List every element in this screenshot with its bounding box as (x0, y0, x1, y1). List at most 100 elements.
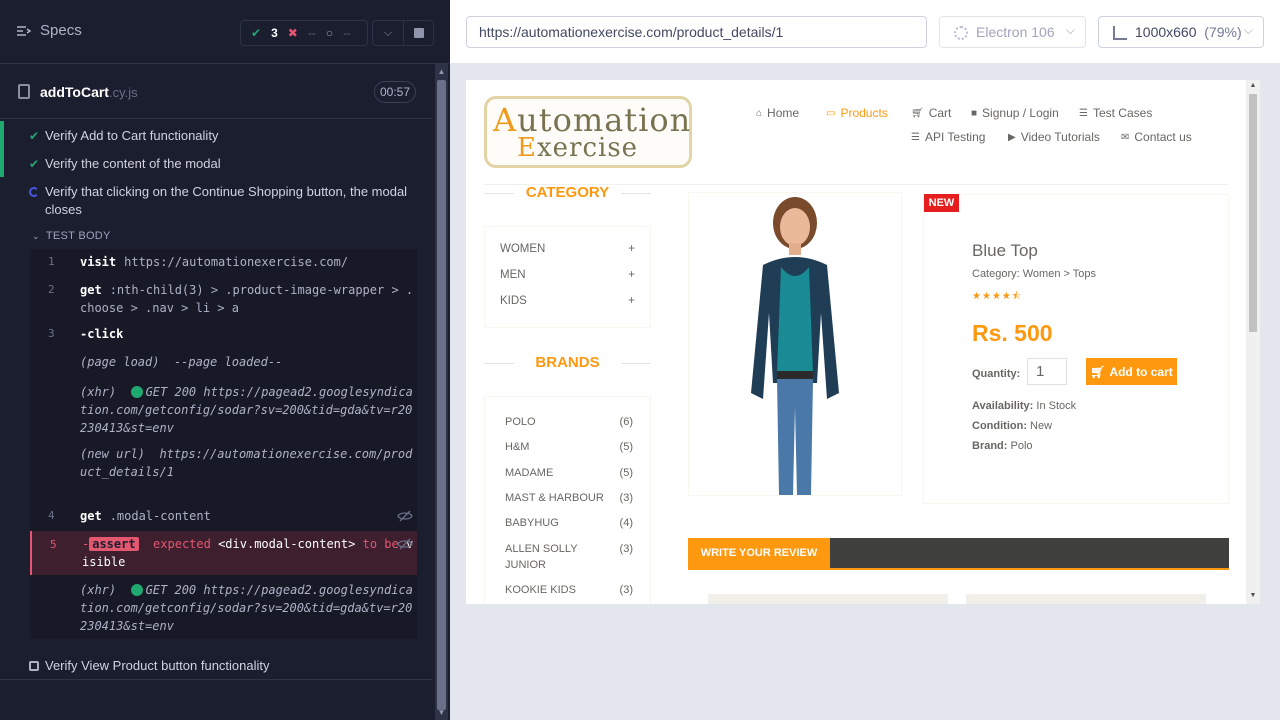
electron-icon (954, 26, 968, 40)
tab-write-review[interactable]: WRITE YOUR REVIEW (688, 538, 830, 568)
passed-count: 3 (271, 26, 278, 40)
youtube-icon: ▶ (1008, 131, 1016, 143)
nav-home[interactable]: ⌂ Home (756, 106, 799, 120)
list-icon: ☰ (1079, 107, 1088, 119)
chevron-down-icon: ⌄ (32, 231, 40, 241)
specs-button[interactable]: Specs (16, 22, 82, 39)
pass-indicator (0, 149, 4, 177)
spec-file-name: addToCart.cy.js (40, 84, 138, 100)
scroll-up-icon[interactable]: ▲ (437, 67, 446, 77)
reporter-scrollbar[interactable]: ▲ ▼ (435, 64, 448, 720)
pending-circle-icon: ○ (325, 26, 334, 40)
passed-check-icon: ✔ (251, 26, 262, 40)
toggle-auto-scroll-button[interactable]: ⌵ (373, 21, 403, 45)
aut-header: https://automationexercise.com/product_d… (450, 0, 1280, 64)
nav-contact[interactable]: ✉ Contact us (1121, 130, 1192, 144)
stop-button[interactable] (403, 21, 433, 45)
command-body: (xhr) GET 200 https://pagead2.googlesynd… (80, 383, 415, 437)
review-name-field[interactable] (708, 594, 948, 604)
nav-signup[interactable]: ■ Signup / Login (971, 106, 1059, 120)
brand-count: (6) (619, 416, 633, 428)
eye-slash-icon (397, 510, 413, 522)
quantity-label: Quantity: (972, 368, 1021, 380)
brands-panel: POLO (6) H&M (5) MADAME (5) MAST & HARBOUR (… (484, 396, 651, 604)
scroll-down-icon[interactable]: ▼ (437, 708, 446, 718)
category-label: KIDS (500, 295, 527, 307)
nav-test-cases[interactable]: ☰ Test Cases (1079, 106, 1152, 120)
brand-count: (3) (619, 584, 633, 596)
detail-label: Condition: (972, 420, 1027, 432)
availability: Availability: In Stock (972, 400, 1076, 412)
command-body: get:nth-child(3) > .product-image-wrappe… (80, 281, 415, 317)
brand-item[interactable]: H&M (5) (505, 439, 633, 455)
brand-item[interactable]: ALLEN SOLLY JUNIOR (3) (505, 541, 633, 573)
detail-value: Polo (1010, 440, 1033, 452)
command-message: https://automationexercise.com/ (124, 255, 349, 269)
cypress-reporter: Specs ✔ 3 ✖ -- ○ -- ⌵ addToCart.cy.js 00… (0, 0, 450, 720)
spec-name: addToCart (40, 84, 109, 100)
scroll-up-icon[interactable]: ▲ (1246, 82, 1260, 89)
nav-cart[interactable]: 🛒︎ Cart (911, 106, 951, 120)
scroll-thumb[interactable] (437, 80, 446, 710)
review-email-field[interactable] (966, 594, 1206, 604)
command-number: 4 (48, 509, 55, 522)
star-icon: ★ (972, 291, 982, 302)
event-name: (new url) (80, 447, 146, 461)
url-field[interactable]: https://automationexercise.com/product_d… (466, 16, 927, 48)
button-label: Add to cart (1109, 364, 1173, 379)
xhr-status: GET 200 (145, 583, 197, 597)
review-tabs: WRITE YOUR REVIEW (688, 538, 1229, 570)
nav-products[interactable]: ▭ Products (826, 106, 888, 120)
aut-scrollbar[interactable]: ▲ ▼ (1246, 80, 1260, 604)
category-women[interactable]: WOMEN + (500, 243, 635, 255)
xhr-status: GET 200 (145, 385, 197, 399)
divider (0, 656, 432, 680)
command-body: get .modal-content (80, 507, 415, 525)
command-name: get (80, 509, 102, 523)
browser-selector[interactable]: Electron 106 ⌵ (939, 16, 1086, 48)
check-icon: ✔ (29, 129, 40, 143)
test-item[interactable]: ✔ Verify the content of the modal (0, 149, 432, 177)
command-assert-failed[interactable]: 5 - assert expected <div.modal-content> t… (30, 531, 417, 575)
condition: Condition: New (972, 420, 1052, 432)
command-body: (page load) --page loaded-- (80, 353, 415, 371)
spec-ext: .cy.js (108, 85, 138, 100)
category-men[interactable]: MEN + (500, 269, 635, 281)
brand-item[interactable]: MAST & HARBOUR (3) (505, 490, 633, 506)
command-message: :nth-child(3) > .product-image-wrapper >… (80, 283, 414, 315)
logo-word: xercise (536, 133, 639, 163)
brand-item[interactable]: BABYHUG (4) (505, 515, 633, 531)
command-name: get (80, 283, 102, 297)
viewport-info[interactable]: 1000x660 (79%) ⌵ (1098, 16, 1264, 48)
command-body: -click (80, 325, 415, 343)
command-name: -click (80, 327, 124, 341)
chevron-down-icon: ⌵ (1243, 23, 1253, 37)
test-item[interactable]: ✔ Verify Add to Cart functionality (0, 121, 432, 149)
scroll-thumb[interactable] (1249, 94, 1257, 332)
test-title: Verify Add to Cart functionality (45, 128, 219, 143)
product-image (688, 192, 902, 496)
quantity-input[interactable]: 1 (1027, 358, 1067, 385)
star-icon: ★ (981, 291, 992, 302)
nav-api-testing[interactable]: ☰ API Testing (911, 130, 985, 144)
scroll-down-icon[interactable]: ▼ (1246, 592, 1260, 599)
brand-item[interactable]: MADAME (5) (505, 465, 633, 481)
nav-label: API Testing (924, 130, 986, 144)
nav-video[interactable]: ▶ Video Tutorials (1008, 130, 1100, 144)
test-item-running[interactable]: Verify that clicking on the Continue Sho… (0, 183, 420, 219)
test-body-toggle[interactable]: ⌄ TEST BODY (32, 230, 111, 242)
category-title: CATEGORY (484, 184, 651, 201)
add-to-cart-button[interactable]: 🛒︎ Add to cart (1086, 358, 1177, 385)
running-spinner-icon (29, 187, 39, 197)
brand-item[interactable]: KOOKIE KIDS (3) (505, 582, 633, 598)
brand-name: POLO (505, 416, 536, 428)
category-kids[interactable]: KIDS + (500, 295, 635, 307)
brand-item[interactable]: POLO (6) (505, 414, 633, 430)
product-category: Category: Women > Tops (972, 268, 1097, 280)
pass-indicator (0, 121, 4, 149)
viewport-size: 1000x660 (1135, 24, 1197, 40)
failed-count: -- (307, 26, 316, 40)
brand-name: MAST & HARBOUR (505, 492, 604, 504)
command-log: 1 visit https://automationexercise.com/ 2… (30, 249, 417, 639)
site-logo[interactable]: Automation Exercise (484, 96, 692, 168)
